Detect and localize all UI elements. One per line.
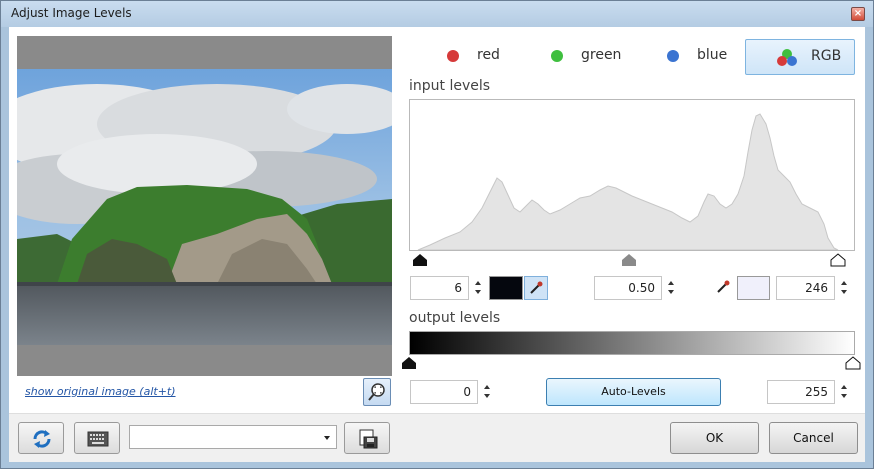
gamma-spinner[interactable] — [665, 276, 679, 300]
tab-blue-label: blue — [697, 47, 728, 63]
reset-button[interactable] — [18, 422, 64, 454]
black-point-value: 6 — [454, 281, 462, 295]
white-eyedropper-button[interactable] — [712, 276, 736, 300]
refresh-icon — [33, 430, 51, 448]
output-max-spinner[interactable] — [838, 380, 852, 404]
preview-image — [17, 69, 392, 345]
image-preview-frame — [17, 36, 392, 376]
white-point-field[interactable]: 246 — [776, 276, 835, 300]
preset-combo[interactable] — [129, 425, 337, 449]
eyedropper-icon — [530, 281, 543, 294]
output-gradient-bar — [409, 331, 855, 355]
presets-button[interactable] — [74, 422, 120, 454]
keyboard-icon — [87, 431, 109, 447]
input-gamma-slider[interactable] — [621, 253, 637, 267]
tab-rgb[interactable]: RGB — [745, 39, 855, 75]
histogram — [409, 99, 855, 251]
zoom-button[interactable] — [363, 378, 391, 406]
white-point-spinner[interactable] — [838, 276, 852, 300]
show-original-link[interactable]: show original image (alt+t) — [25, 385, 176, 398]
gamma-field[interactable]: 0.50 — [594, 276, 662, 300]
title-bar[interactable]: Adjust Image Levels × — [1, 1, 873, 27]
output-max-field[interactable]: 255 — [767, 380, 835, 404]
blue-dot-icon — [667, 50, 679, 62]
white-point-value: 246 — [805, 281, 828, 295]
cancel-button[interactable]: Cancel — [769, 422, 858, 454]
output-min-value: 0 — [463, 385, 471, 399]
ok-button[interactable]: OK — [670, 422, 759, 454]
input-levels-label: input levels — [409, 78, 491, 94]
input-black-slider[interactable] — [412, 253, 428, 267]
rgb-circles-icon — [777, 49, 797, 66]
white-swatch[interactable] — [737, 276, 770, 300]
tab-red[interactable]: red — [439, 39, 509, 75]
chevron-down-icon — [324, 436, 330, 440]
output-min-spinner[interactable] — [481, 380, 495, 404]
dialog-client: show original image (alt+t) red green bl… — [9, 27, 865, 462]
black-eyedropper-button[interactable] — [524, 276, 548, 300]
gamma-value: 0.50 — [628, 281, 655, 295]
close-button[interactable]: × — [851, 7, 865, 21]
adjust-levels-dialog: Adjust Image Levels × show original imag… — [0, 0, 874, 469]
black-point-field[interactable]: 6 — [410, 276, 469, 300]
tab-red-label: red — [477, 47, 500, 63]
black-point-spinner[interactable] — [472, 276, 486, 300]
red-dot-icon — [447, 50, 459, 62]
dialog-footer: OK Cancel — [9, 413, 865, 462]
eyedropper-icon — [717, 280, 730, 293]
black-swatch[interactable] — [489, 276, 523, 300]
green-dot-icon — [551, 50, 563, 62]
input-white-slider[interactable] — [830, 253, 846, 267]
tab-blue[interactable]: blue — [661, 39, 741, 75]
tab-green[interactable]: green — [545, 39, 635, 75]
save-preset-button[interactable] — [344, 422, 390, 454]
magnifier-icon — [368, 383, 385, 401]
save-icon — [359, 429, 378, 449]
auto-levels-button[interactable]: Auto-Levels — [546, 378, 721, 406]
output-max-value: 255 — [805, 385, 828, 399]
tab-rgb-label: RGB — [811, 48, 842, 64]
window-title: Adjust Image Levels — [11, 6, 132, 20]
output-white-slider[interactable] — [845, 356, 861, 370]
tab-green-label: green — [581, 47, 622, 63]
output-levels-label: output levels — [409, 310, 501, 326]
output-min-field[interactable]: 0 — [410, 380, 478, 404]
output-black-slider[interactable] — [401, 356, 417, 370]
